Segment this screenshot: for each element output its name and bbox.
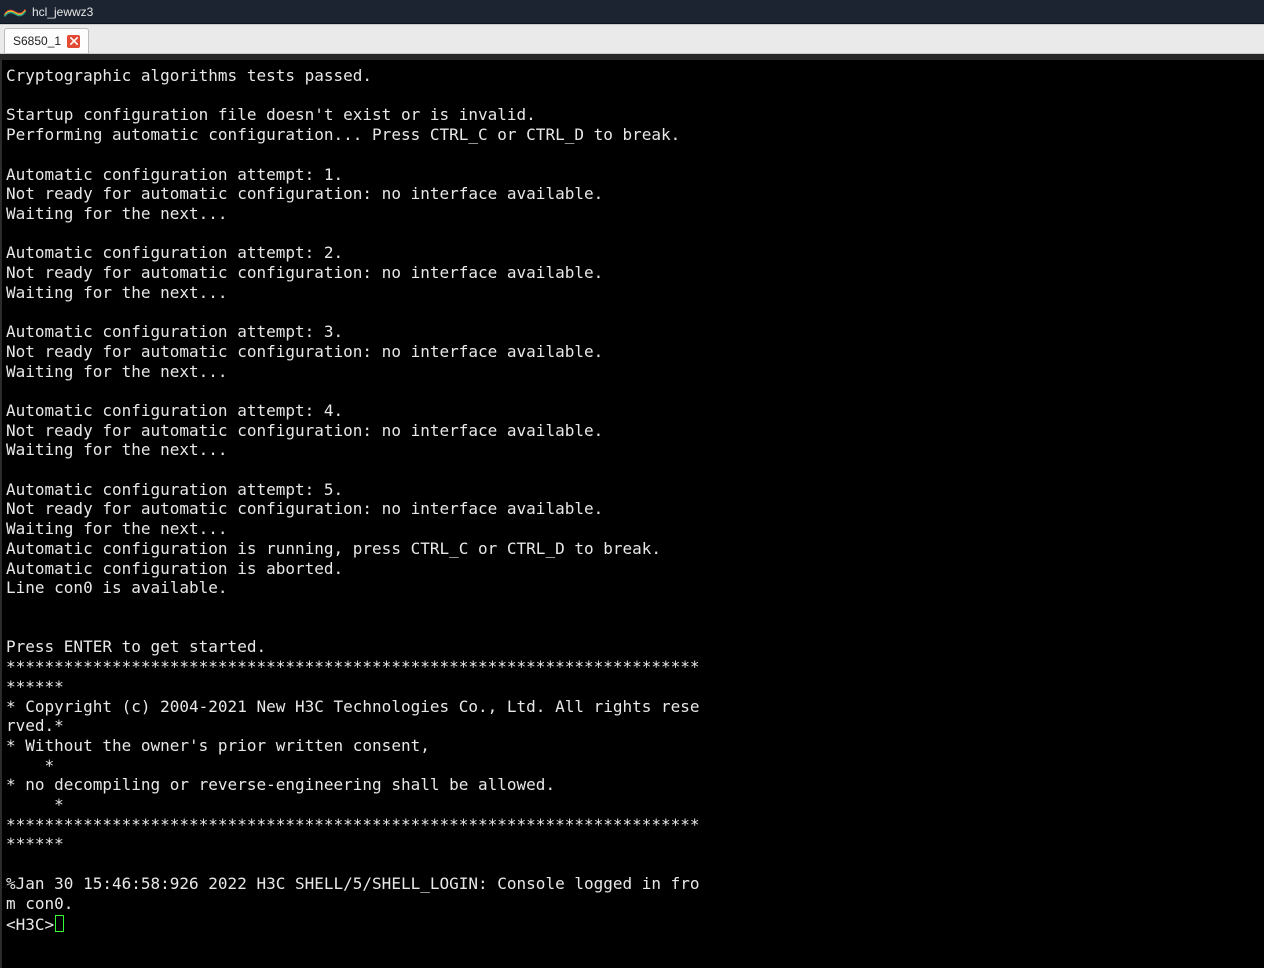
tabbar: S6850_1 xyxy=(0,24,1264,54)
terminal-border xyxy=(0,60,2,968)
terminal-output[interactable]: Cryptographic algorithms tests passed. S… xyxy=(4,60,1264,968)
titlebar: hcl_jewwz3 xyxy=(0,0,1264,24)
terminal-cursor xyxy=(55,915,64,932)
tab-s6850-1[interactable]: S6850_1 xyxy=(4,28,89,53)
terminal-text: Cryptographic algorithms tests passed. S… xyxy=(6,66,700,913)
terminal-prompt: <H3C> xyxy=(6,915,54,934)
app-logo-icon xyxy=(4,4,26,20)
close-icon[interactable] xyxy=(67,35,80,48)
terminal-pane[interactable]: Cryptographic algorithms tests passed. S… xyxy=(0,54,1264,968)
tab-label: S6850_1 xyxy=(13,34,61,48)
window-title: hcl_jewwz3 xyxy=(32,5,93,19)
